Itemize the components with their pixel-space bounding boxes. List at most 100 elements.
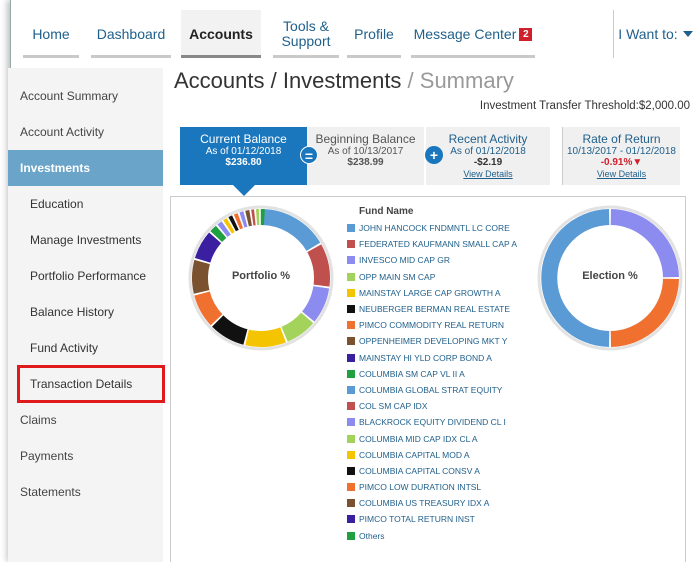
legend-item[interactable]: PIMCO LOW DURATION INTSL — [347, 479, 517, 495]
legend-item[interactable]: COLUMBIA GLOBAL STRAT EQUITY — [347, 382, 517, 398]
legend-swatch — [347, 224, 355, 233]
legend-item[interactable]: OPP MAIN SM CAP — [347, 269, 517, 285]
legend-item[interactable]: COLUMBIA CAPITAL CONSV A — [347, 463, 517, 479]
sidebar-item-payments[interactable]: Payments — [8, 438, 163, 474]
legend-swatch — [347, 385, 355, 394]
legend-swatch — [347, 418, 355, 427]
legend-item[interactable]: COLUMBIA SM CAP VL II A — [347, 366, 517, 382]
sidebar-item-claims[interactable]: Claims — [8, 402, 163, 438]
legend-item[interactable]: COLUMBIA MID CAP IDX CL A — [347, 430, 517, 446]
nav-tools-support[interactable]: Tools & Support — [273, 10, 339, 58]
legend-label: Others — [359, 530, 385, 541]
legend-item[interactable]: PIMCO TOTAL RETURN INST — [347, 511, 517, 527]
donut-segment[interactable] — [223, 218, 235, 234]
legend-swatch — [347, 531, 355, 540]
nav-home-label: Home — [32, 25, 70, 42]
tile-label: Current Balance — [200, 132, 287, 146]
donut-segment[interactable] — [245, 327, 286, 347]
sidebar-item-label: Statements — [20, 485, 81, 499]
nav-message-center-label: Message Center — [413, 25, 517, 42]
legend-swatch — [347, 321, 355, 330]
nav-accounts-label: Accounts — [189, 25, 253, 42]
nav-profile-label: Profile — [354, 25, 394, 42]
sidebar-item-label: Investments — [20, 161, 91, 175]
nav-underline — [273, 55, 339, 58]
tile-label: Recent Activity — [448, 132, 528, 146]
legend-item[interactable]: JOHN HANCOCK FNDMNTL LC CORE — [347, 220, 517, 236]
donut-segment[interactable] — [245, 210, 253, 227]
legend-item[interactable]: PIMCO COMMODITY REAL RETURN — [347, 317, 517, 333]
sidebar-item-label: Balance History — [30, 305, 115, 319]
legend-item[interactable]: MAINSTAY LARGE CAP GROWTH A — [347, 285, 517, 301]
legend-label: COLUMBIA US TREASURY IDX A — [359, 498, 490, 509]
nav-dashboard[interactable]: Dashboard — [91, 10, 171, 58]
legend-item[interactable]: MAINSTAY HI YLD CORP BOND A — [347, 350, 517, 366]
i-want-to-label: I Want to: — [618, 26, 678, 42]
sidebar-item-manage-investments[interactable]: Manage Investments — [8, 222, 163, 258]
donut-segment[interactable] — [233, 213, 244, 230]
nav-profile[interactable]: Profile — [347, 10, 401, 58]
nav-underline — [347, 55, 401, 58]
sidebar-item-label: Portfolio Performance — [30, 269, 147, 283]
donut-segment[interactable] — [210, 225, 227, 243]
recent-activity-tile[interactable]: Recent Activity As of 01/12/2018 -$2.19 … — [426, 127, 550, 185]
tile-value: -$2.19 — [473, 157, 503, 168]
sidebar-item-fund-activity[interactable]: Fund Activity — [8, 330, 163, 366]
tile-date: As of 01/12/2018 — [450, 146, 526, 157]
legend-label: MAINSTAY LARGE CAP GROWTH A — [359, 287, 501, 298]
plus-icon: + — [425, 146, 443, 164]
top-navigation: Home Dashboard Accounts Tools & Support … — [11, 10, 696, 58]
legend-swatch — [347, 450, 355, 459]
legend-item[interactable]: INVESCO MID CAP GR — [347, 252, 517, 268]
rate-of-return-view-details-link[interactable]: View Details — [563, 169, 680, 180]
legend-item[interactable]: NEUBERGER BERMAN REAL ESTATE — [347, 301, 517, 317]
sidebar-item-label: Payments — [20, 449, 74, 463]
nav-message-center[interactable]: Message Center 2 — [411, 10, 535, 58]
sidebar-item-statements[interactable]: Statements — [8, 474, 163, 510]
sidebar-item-label: Education — [30, 197, 84, 211]
sidebar-item-label: Manage Investments — [30, 233, 142, 247]
nav-underline — [411, 55, 535, 58]
donut-segment[interactable] — [217, 221, 231, 237]
legend-label: BLACKROCK EQUITY DIVIDEND CL I — [359, 417, 506, 428]
legend-swatch — [347, 305, 355, 314]
sidebar-item-education[interactable]: Education — [8, 186, 163, 222]
donut-segment[interactable] — [307, 244, 330, 287]
legend-item[interactable]: FEDERATED KAUFMANN SMALL CAP A — [347, 236, 517, 252]
nav-home[interactable]: Home — [23, 10, 79, 58]
legend-item[interactable]: Others — [347, 528, 517, 544]
balance-tiles: Current Balance As of 01/12/2018 $236.80… — [170, 127, 680, 185]
tile-label: Rate of Return — [582, 132, 661, 146]
legend-item[interactable]: COLUMBIA US TREASURY IDX A — [347, 495, 517, 511]
legend-label: OPP MAIN SM CAP — [359, 271, 436, 282]
donut-segment[interactable] — [228, 215, 239, 232]
legend-item[interactable]: COLUMBIA CAPITAL MOD A — [347, 447, 517, 463]
legend-label: NEUBERGER BERMAN REAL ESTATE — [359, 304, 510, 315]
legend-swatch — [347, 434, 355, 443]
tile-value: $236.80 — [225, 157, 262, 168]
legend-label: INVESCO MID CAP GR — [359, 255, 450, 266]
legend-item[interactable]: COL SM CAP IDX — [347, 398, 517, 414]
beginning-balance-tile[interactable]: Beginning Balance As of 10/13/2017 $238.… — [307, 127, 424, 185]
donut-segment[interactable] — [239, 211, 248, 228]
sidebar-item-account-summary[interactable]: Account Summary — [8, 78, 163, 114]
highlight-box — [17, 365, 165, 403]
rate-of-return-tile[interactable]: Rate of Return 10/13/2017 - 01/12/2018 -… — [562, 127, 680, 185]
nav-underline — [91, 55, 171, 58]
i-want-to-dropdown[interactable]: I Want to: — [613, 10, 696, 58]
donut-segment[interactable] — [192, 259, 210, 294]
sidebar-item-investments[interactable]: Investments — [8, 150, 163, 186]
legend-item[interactable]: OPPENHEIMER DEVELOPING MKT Y — [347, 333, 517, 349]
legend-item[interactable]: BLACKROCK EQUITY DIVIDEND CL I — [347, 414, 517, 430]
recent-activity-view-details-link[interactable]: View Details — [426, 169, 550, 180]
sidebar-item-balance-history[interactable]: Balance History — [8, 294, 163, 330]
legend-swatch — [347, 466, 355, 475]
caret-down-icon — [682, 31, 693, 37]
legend-label: PIMCO COMMODITY REAL RETURN — [359, 320, 504, 331]
sidebar-item-account-activity[interactable]: Account Activity — [8, 114, 163, 150]
legend-swatch — [347, 288, 355, 297]
page-title: Accounts / Investments / Summary — [174, 68, 514, 94]
sidebar-item-portfolio-performance[interactable]: Portfolio Performance — [8, 258, 163, 294]
current-balance-tile[interactable]: Current Balance As of 01/12/2018 $236.80 — [180, 127, 307, 185]
nav-accounts[interactable]: Accounts — [181, 10, 261, 58]
